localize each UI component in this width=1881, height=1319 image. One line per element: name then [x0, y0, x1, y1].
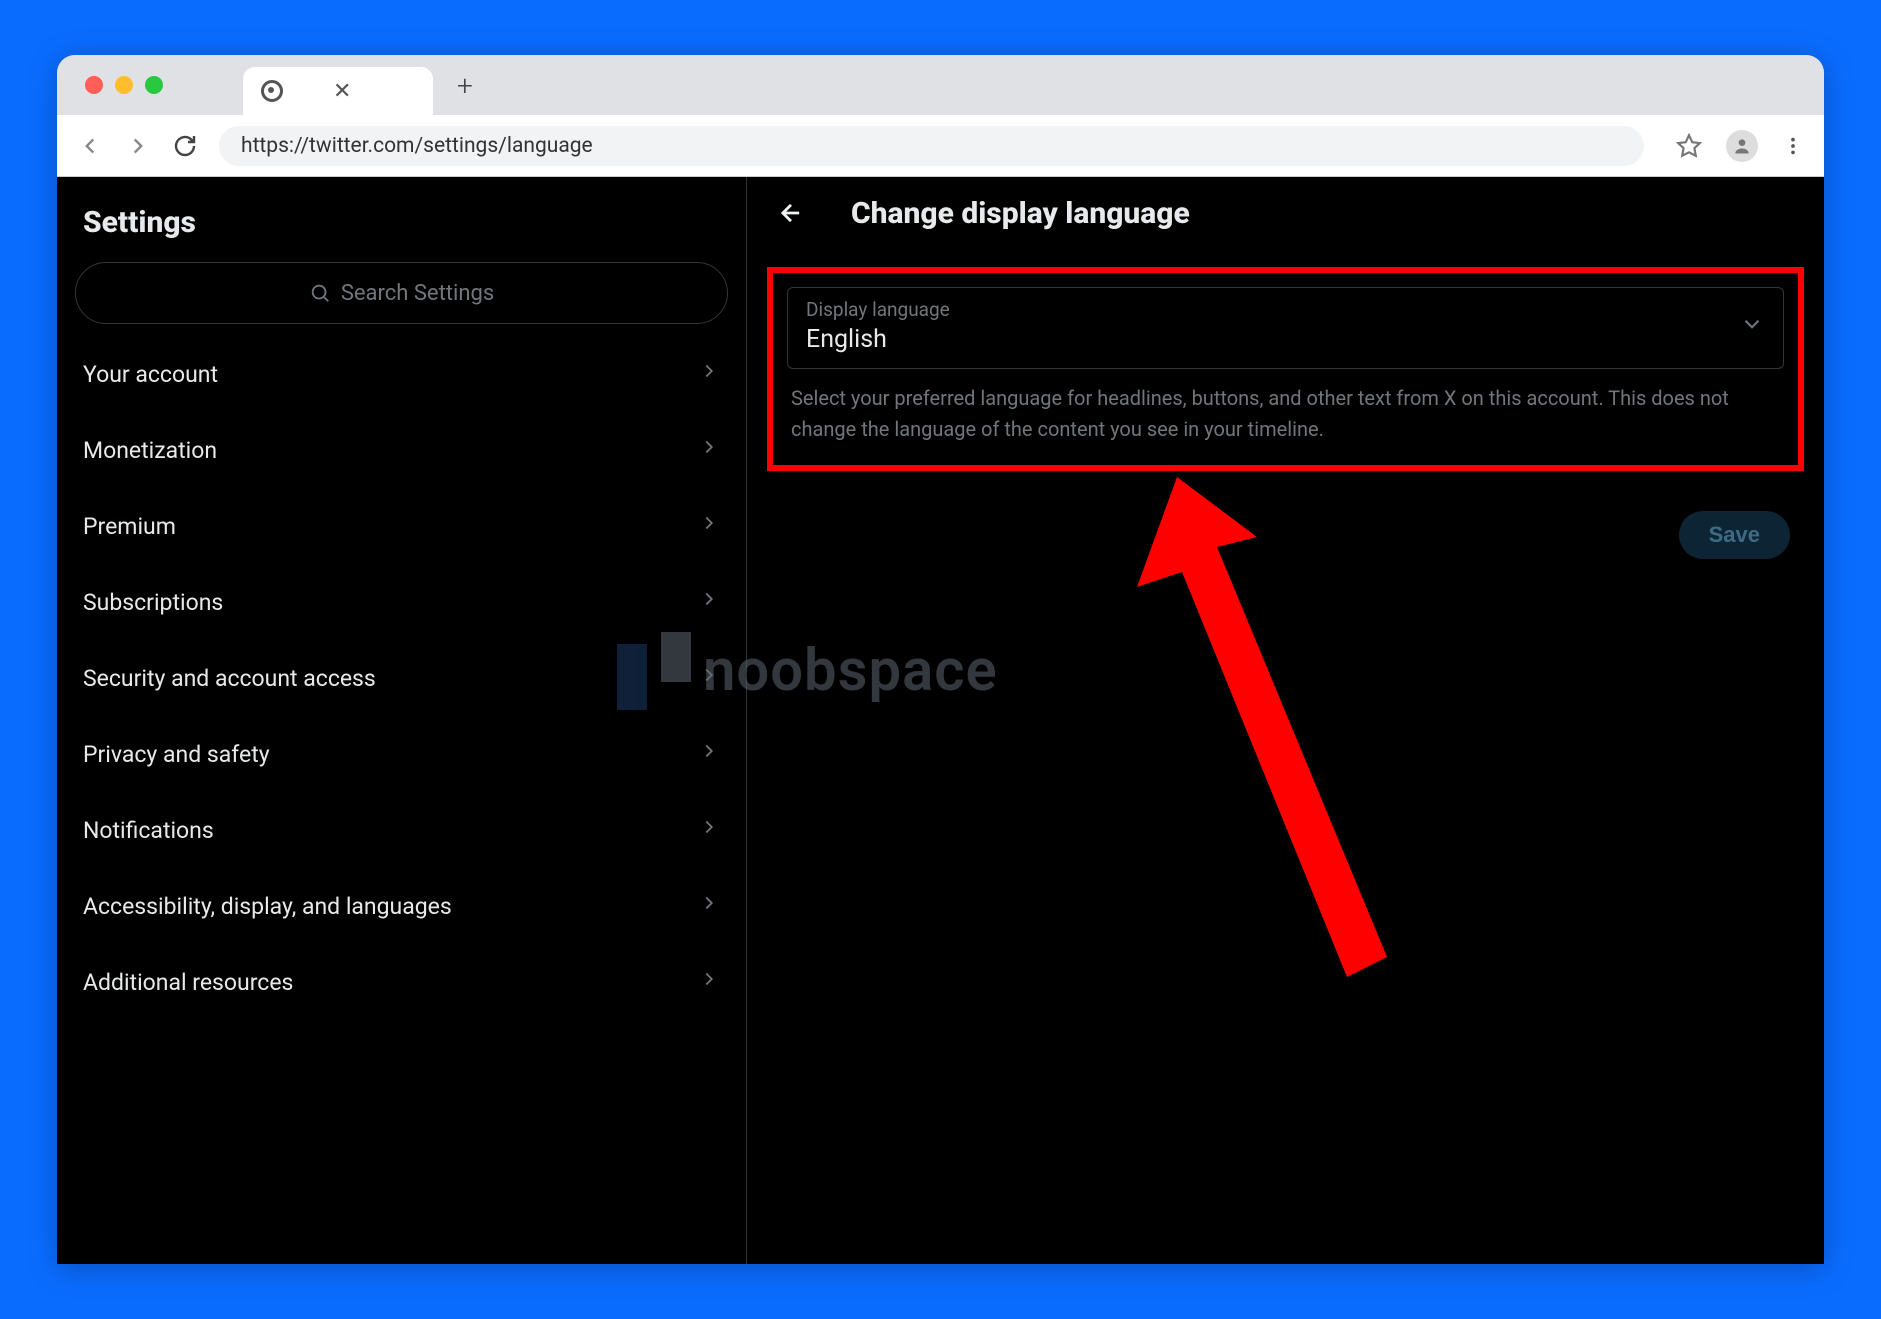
chevron-right-icon: [698, 436, 720, 464]
main-panel: Change display language Display language…: [747, 177, 1824, 1264]
bookmark-star-icon[interactable]: [1676, 133, 1702, 159]
sidebar-item-premium[interactable]: Premium: [57, 488, 746, 564]
sidebar-item-label: Subscriptions: [83, 589, 223, 616]
save-button[interactable]: Save: [1679, 511, 1790, 559]
browser-window: ✕ + https://twitter.com/settings/languag…: [57, 55, 1824, 1264]
browser-toolbar: https://twitter.com/settings/language: [57, 115, 1824, 177]
sidebar-item-label: Your account: [83, 361, 218, 388]
chevron-down-icon: [1739, 311, 1765, 341]
browser-tab[interactable]: ✕: [243, 67, 433, 115]
arrow-left-icon: [777, 199, 805, 227]
nav-reload-icon[interactable]: [173, 134, 197, 158]
sidebar-item-label: Additional resources: [83, 969, 293, 996]
window-maximize-button[interactable]: [145, 76, 163, 94]
settings-sidebar: Settings Search Settings Your account Mo…: [57, 177, 747, 1264]
select-field-label: Display language: [806, 298, 950, 321]
chevron-right-icon: [698, 816, 720, 844]
url-text: https://twitter.com/settings/language: [241, 134, 593, 158]
sidebar-item-monetization[interactable]: Monetization: [57, 412, 746, 488]
sidebar-item-accessibility[interactable]: Accessibility, display, and languages: [57, 868, 746, 944]
select-field-value: English: [806, 325, 950, 354]
annotation-highlight: Display language English Select your pre…: [767, 267, 1804, 471]
sidebar-item-label: Monetization: [83, 437, 217, 464]
chevron-right-icon: [698, 360, 720, 388]
chevron-right-icon: [698, 968, 720, 996]
search-settings-input[interactable]: Search Settings: [75, 262, 728, 324]
window-minimize-button[interactable]: [115, 76, 133, 94]
url-input[interactable]: https://twitter.com/settings/language: [219, 126, 1644, 166]
window-controls: [85, 76, 163, 94]
window-close-button[interactable]: [85, 76, 103, 94]
sidebar-item-label: Premium: [83, 513, 176, 540]
chevron-right-icon: [698, 664, 720, 692]
nav-forward-icon[interactable]: [125, 133, 151, 159]
search-icon: [309, 282, 331, 304]
app-content: Settings Search Settings Your account Mo…: [57, 177, 1824, 1264]
sidebar-item-privacy[interactable]: Privacy and safety: [57, 716, 746, 792]
chevron-right-icon: [698, 892, 720, 920]
sidebar-item-security[interactable]: Security and account access: [57, 640, 746, 716]
chevron-right-icon: [698, 740, 720, 768]
kebab-menu-icon[interactable]: [1782, 135, 1804, 157]
sidebar-item-notifications[interactable]: Notifications: [57, 792, 746, 868]
field-help-text: Select your preferred language for headl…: [787, 369, 1784, 445]
chevron-right-icon: [698, 588, 720, 616]
search-placeholder: Search Settings: [341, 281, 494, 306]
page-title: Change display language: [851, 196, 1190, 231]
sidebar-item-your-account[interactable]: Your account: [57, 336, 746, 412]
settings-menu: Your account Monetization Premium Subscr…: [57, 336, 746, 1020]
sidebar-item-label: Security and account access: [83, 665, 376, 692]
sidebar-item-label: Accessibility, display, and languages: [83, 893, 452, 920]
sidebar-title: Settings: [57, 189, 746, 262]
select-labels: Display language English: [806, 298, 950, 354]
main-header: Change display language: [747, 177, 1824, 249]
nav-back-icon[interactable]: [77, 133, 103, 159]
sidebar-item-subscriptions[interactable]: Subscriptions: [57, 564, 746, 640]
chevron-right-icon: [698, 512, 720, 540]
tab-close-icon[interactable]: ✕: [333, 79, 351, 104]
profile-avatar-icon[interactable]: [1726, 130, 1758, 162]
back-button[interactable]: [771, 193, 811, 233]
new-tab-button[interactable]: +: [457, 69, 473, 102]
toolbar-actions: [1676, 130, 1804, 162]
browser-tabbar: ✕ +: [57, 55, 1824, 115]
sidebar-item-label: Notifications: [83, 817, 214, 844]
sidebar-item-label: Privacy and safety: [83, 741, 270, 768]
display-language-select[interactable]: Display language English: [787, 287, 1784, 369]
chrome-favicon-icon: [261, 80, 283, 102]
sidebar-item-additional[interactable]: Additional resources: [57, 944, 746, 1020]
